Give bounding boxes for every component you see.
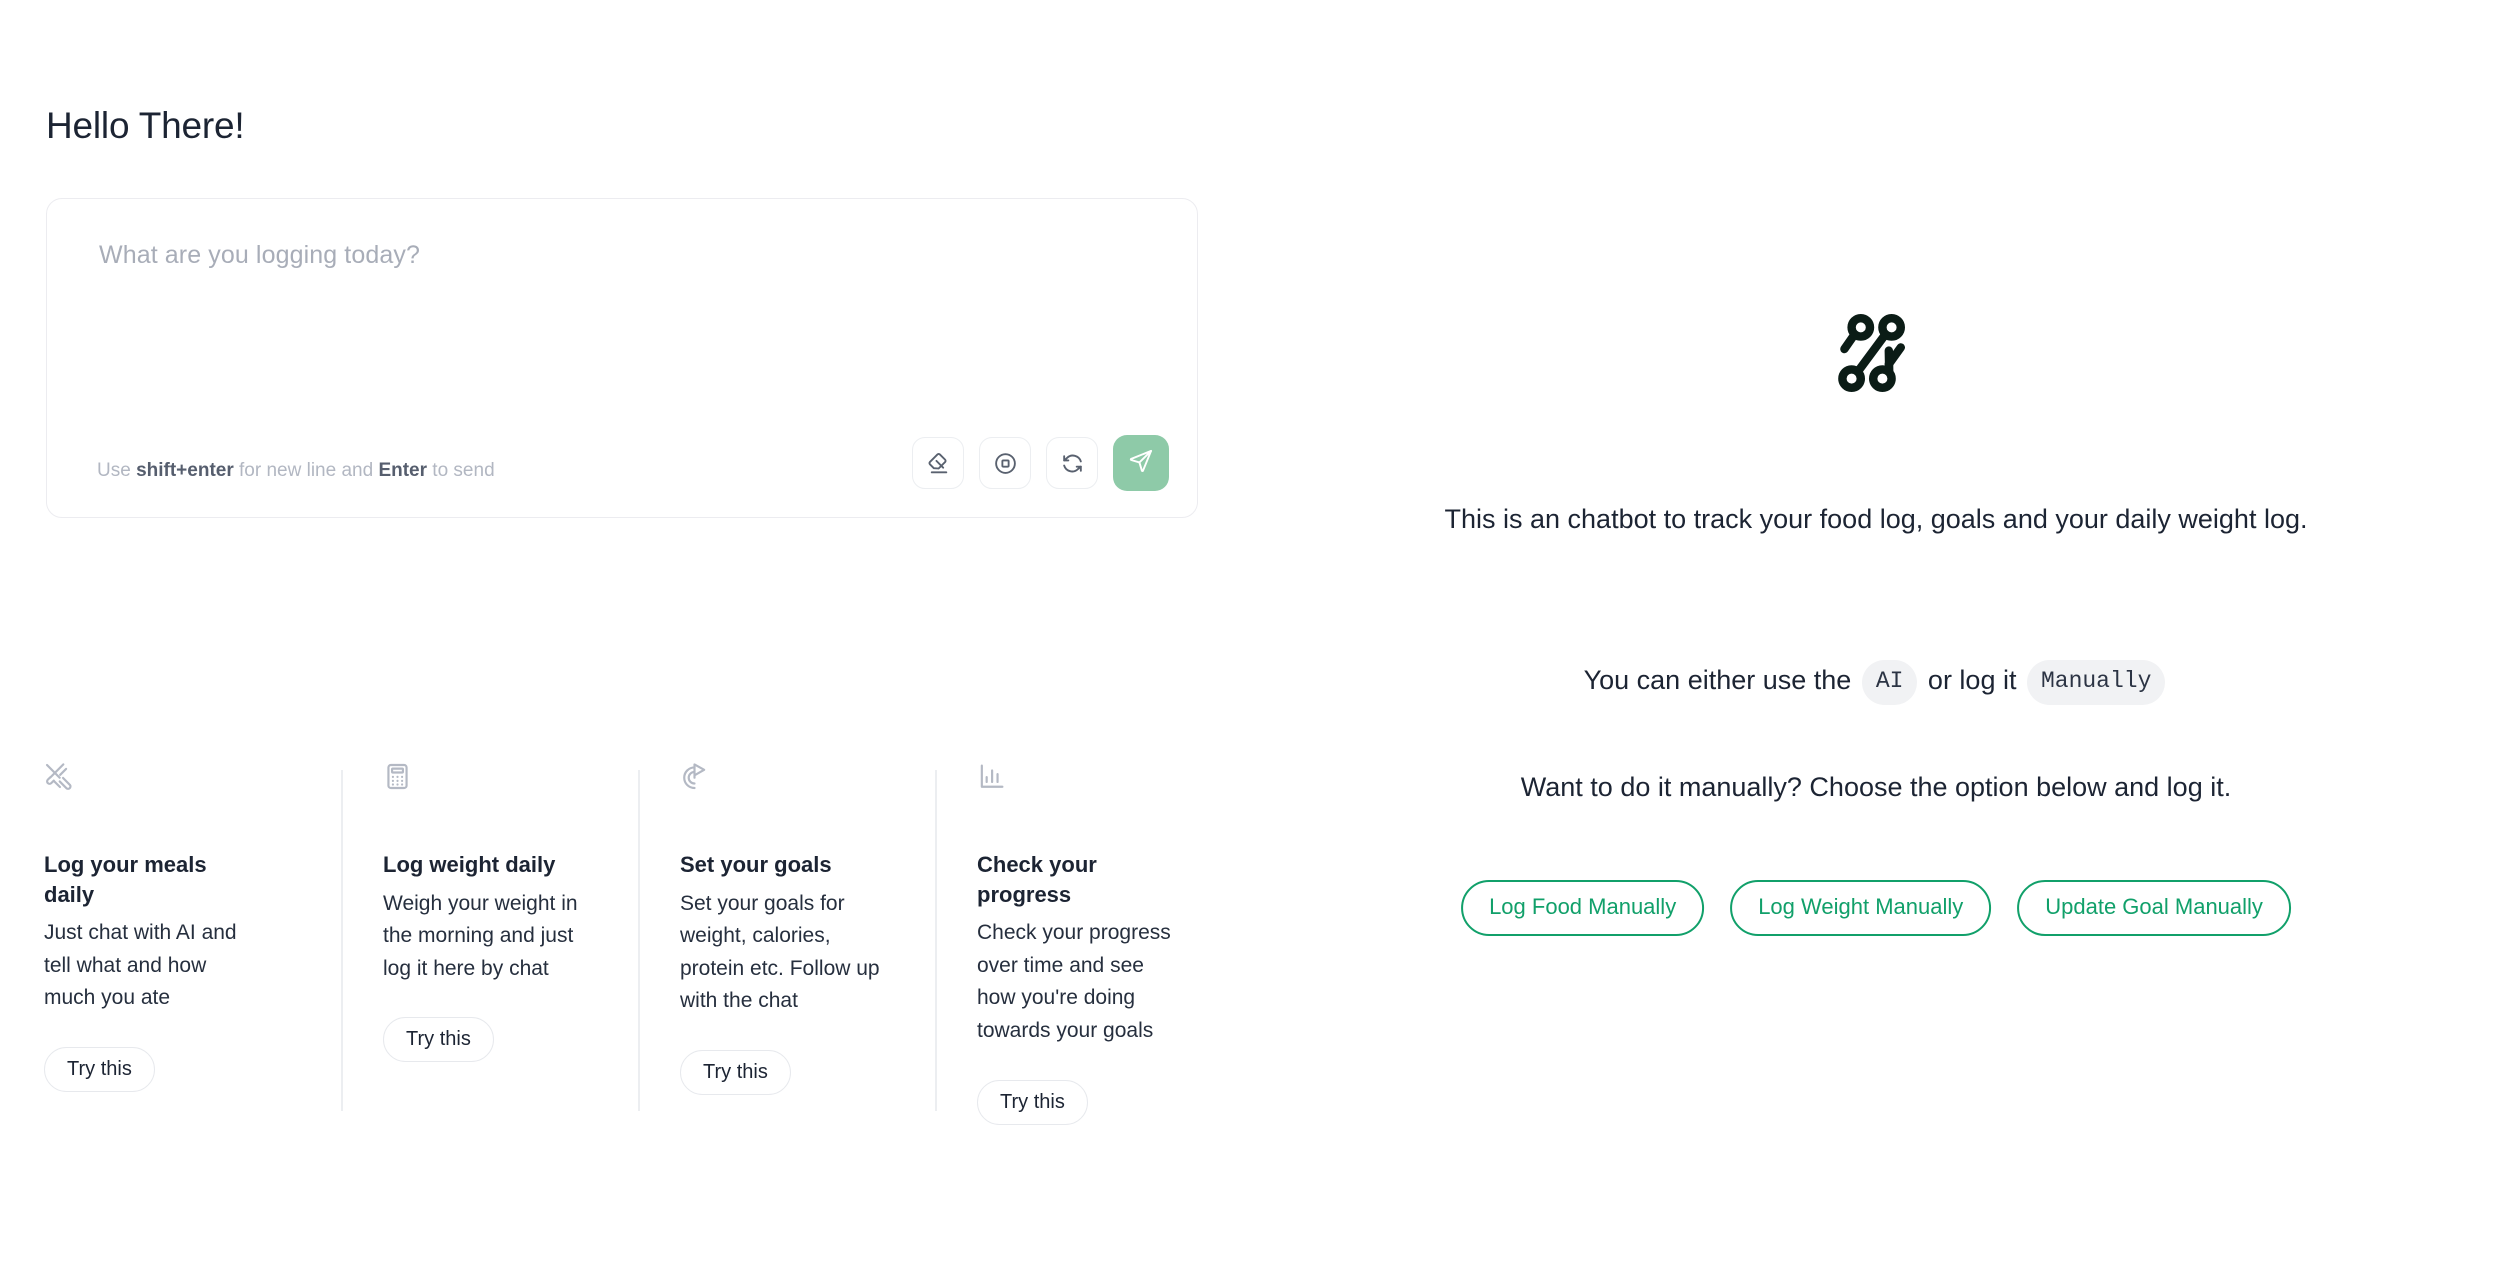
refresh-button[interactable] bbox=[1046, 437, 1098, 489]
mode-prefix: You can either use the bbox=[1583, 665, 1859, 695]
calculator-icon bbox=[383, 762, 584, 802]
feature-card-title: Log your meals daily bbox=[44, 852, 207, 907]
page-title: Hello There! bbox=[46, 105, 245, 146]
hint-shortcut-send: Enter bbox=[378, 460, 428, 481]
ai-mode-chip: AI bbox=[1861, 660, 1918, 705]
feature-card-description: Just chat with AI and tell what and how … bbox=[44, 921, 237, 1010]
eraser-icon bbox=[926, 451, 951, 476]
brand-percent-nodes-icon bbox=[1828, 305, 1924, 401]
try-this-button[interactable]: Try this bbox=[44, 1047, 155, 1093]
manual-mode-chip: Manually bbox=[2026, 660, 2166, 705]
utensils-crossed-icon bbox=[44, 762, 287, 802]
feature-card: Check your progress Check your progress … bbox=[935, 762, 1232, 1125]
hint-shortcut-newline: shift+enter bbox=[136, 460, 234, 481]
refresh-icon bbox=[1060, 451, 1085, 476]
feature-card-description: Set your goals for weight, calories, pro… bbox=[680, 891, 880, 1013]
log-weight-manually-button[interactable]: Log Weight Manually bbox=[1730, 880, 1992, 936]
composer-action-bar bbox=[912, 435, 1169, 491]
stop-button[interactable] bbox=[979, 437, 1031, 489]
intro-description: This is an chatbot to track your food lo… bbox=[1444, 504, 2308, 534]
log-food-manually-button[interactable]: Log Food Manually bbox=[1461, 880, 1705, 936]
card-divider bbox=[935, 770, 937, 1111]
send-icon bbox=[1128, 447, 1155, 479]
card-divider bbox=[638, 770, 640, 1111]
try-this-button[interactable]: Try this bbox=[977, 1079, 1088, 1125]
send-button[interactable] bbox=[1113, 435, 1169, 491]
bar-chart-icon bbox=[977, 762, 1178, 802]
composer-hint: Use shift+enter for new line and Enter t… bbox=[97, 460, 495, 482]
stop-circle-icon bbox=[993, 451, 1018, 476]
card-divider bbox=[341, 770, 343, 1111]
chat-input-placeholder[interactable]: What are you logging today? bbox=[99, 241, 420, 270]
feature-card: Log weight daily Weigh your weight in th… bbox=[341, 762, 638, 1125]
feature-card-title: Set your goals bbox=[680, 852, 832, 877]
try-this-button[interactable]: Try this bbox=[680, 1049, 791, 1095]
feature-card: Set your goals Set your goals for weight… bbox=[638, 762, 935, 1125]
feature-card-description: Weigh your weight in the morning and jus… bbox=[383, 891, 578, 980]
mode-middle: or log it bbox=[1920, 665, 2024, 695]
feature-card: Log your meals daily Just chat with AI a… bbox=[44, 762, 341, 1125]
left-panel: Hello There! What are you logging today?… bbox=[0, 0, 1250, 1268]
feature-card-title: Check your progress bbox=[977, 852, 1097, 907]
update-goal-manually-button[interactable]: Update Goal Manually bbox=[2017, 880, 2291, 936]
feature-card-list: Log your meals daily Just chat with AI a… bbox=[44, 762, 1232, 1125]
hint-prefix: Use bbox=[97, 460, 137, 481]
manual-prompt-text: Want to do it manually? Choose the optio… bbox=[1520, 772, 2232, 802]
manual-action-group: Log Food Manually Log Weight Manually Up… bbox=[1461, 880, 2291, 936]
clear-button[interactable] bbox=[912, 437, 964, 489]
feature-card-title: Log weight daily bbox=[383, 852, 556, 877]
goal-target-icon bbox=[680, 762, 881, 802]
chat-composer[interactable]: What are you logging today? Use shift+en… bbox=[46, 198, 1198, 518]
right-panel: This is an chatbot to track your food lo… bbox=[1250, 0, 2502, 1268]
hint-middle: for new line and bbox=[233, 460, 379, 481]
try-this-button[interactable]: Try this bbox=[383, 1017, 494, 1063]
feature-card-description: Check your progress over time and see ho… bbox=[977, 921, 1171, 1043]
hint-suffix: to send bbox=[427, 460, 495, 481]
app-root: Hello There! What are you logging today?… bbox=[0, 0, 2502, 1268]
mode-explanation: You can either use the AI or log it Manu… bbox=[1326, 660, 2426, 705]
